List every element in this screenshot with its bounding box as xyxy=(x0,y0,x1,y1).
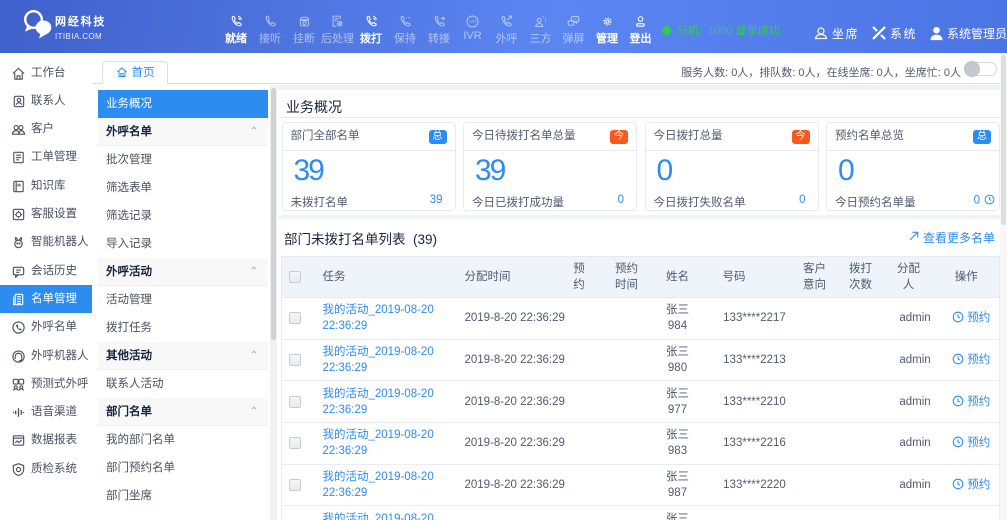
svg-text:IVR: IVR xyxy=(469,19,476,24)
